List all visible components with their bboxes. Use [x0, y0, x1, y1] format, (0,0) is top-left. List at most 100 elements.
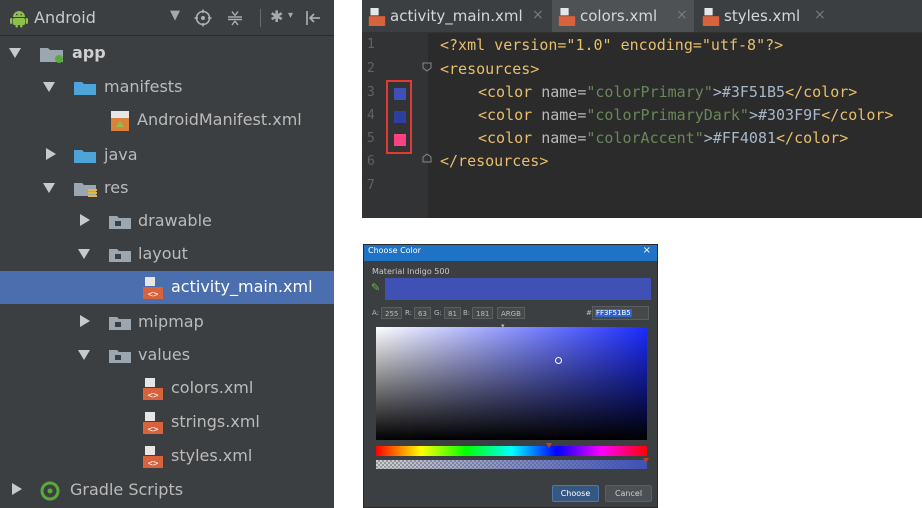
code-line-2: <resources> — [440, 57, 539, 81]
close-icon[interactable]: × — [676, 7, 688, 23]
line-number: 6 — [367, 154, 375, 169]
expand-arrow-icon[interactable] — [78, 350, 90, 360]
hex-input[interactable]: FF3F51B5 — [592, 306, 649, 320]
choose-color-dialog: Choose Color × Material Indigo 500 ✎ A: … — [363, 244, 658, 508]
tree-item-app[interactable]: app — [0, 37, 334, 70]
code-text: >#303F9F — [748, 106, 822, 124]
color-swatch-accent[interactable] — [394, 134, 406, 146]
saturation-brightness-area[interactable] — [376, 327, 647, 440]
color-swatch-primary[interactable] — [394, 88, 406, 100]
res-folder-icon — [109, 350, 131, 363]
xml-file-icon — [368, 8, 386, 26]
target-icon[interactable] — [194, 9, 212, 27]
close-icon[interactable]: × — [532, 7, 544, 23]
tree-item-label: styles.xml — [171, 446, 253, 465]
code-line-4: <color name="colorPrimaryDark">#303F9F</… — [478, 103, 893, 127]
close-icon[interactable]: × — [643, 245, 651, 256]
dialog-titlebar[interactable]: Choose Color × — [364, 245, 657, 261]
expand-arrow-icon[interactable] — [78, 249, 90, 259]
tree-item-label: java — [104, 145, 138, 164]
tree-item-androidmanifest[interactable]: AndroidManifest.xml — [0, 104, 334, 137]
color-cursor[interactable] — [554, 356, 562, 364]
tree-item-manifests[interactable]: manifests — [0, 71, 334, 104]
tree-item-label: strings.xml — [171, 412, 260, 431]
field-label: B: — [463, 309, 471, 317]
code-editor: activity_main.xml × colors.xml × styles.… — [362, 0, 922, 218]
code-text: <color — [478, 83, 542, 101]
tree-item-drawable[interactable]: drawable — [0, 205, 334, 238]
tab-label: colors.xml — [580, 7, 658, 25]
fold-icon[interactable] — [422, 62, 432, 72]
field-label: R: — [405, 309, 413, 317]
res-folder-icon — [109, 249, 131, 262]
expand-arrow-icon[interactable] — [43, 183, 55, 193]
code-text: >#FF4081 — [703, 129, 777, 147]
svg-text:<>: <> — [148, 459, 159, 469]
project-tool-window: Android ▼ ✱ ▾ app manifests AndroidManif… — [0, 0, 334, 508]
tree-item-gradle-scripts[interactable]: Gradle Scripts — [0, 474, 334, 507]
collapse-all-icon[interactable] — [226, 9, 244, 27]
dropdown-arrow-icon[interactable]: ▼ — [170, 8, 180, 23]
tree-item-label: manifests — [104, 77, 183, 96]
collapse-arrow-icon[interactable] — [80, 214, 90, 226]
hex-hash-label: # — [586, 309, 592, 317]
hue-slider[interactable] — [376, 446, 647, 456]
opacity-slider-handle[interactable] — [643, 458, 649, 463]
tree-item-colors[interactable]: <> colors.xml — [0, 372, 334, 405]
hide-panel-icon[interactable] — [304, 9, 322, 27]
green-input[interactable]: 81 — [444, 307, 461, 319]
tree-item-activity-main[interactable]: <> activity_main.xml — [0, 271, 334, 304]
manifest-file-icon — [111, 111, 129, 131]
tree-item-java[interactable]: java — [0, 139, 334, 172]
collapse-arrow-icon[interactable] — [46, 148, 56, 160]
expand-arrow-icon[interactable] — [43, 82, 55, 92]
line-number: 5 — [367, 131, 375, 146]
res-folder-icon — [109, 317, 131, 330]
res-folder-icon — [109, 216, 131, 229]
android-icon — [10, 11, 28, 28]
red-input[interactable]: 63 — [414, 307, 431, 319]
fold-icon[interactable] — [422, 153, 432, 163]
dialog-title: Choose Color — [368, 246, 421, 255]
folder-icon — [74, 150, 96, 163]
tree-item-values[interactable]: values — [0, 339, 334, 372]
opacity-slider[interactable] — [376, 460, 647, 469]
alpha-input[interactable]: 255 — [381, 307, 403, 319]
xml-file-icon: <> — [143, 446, 163, 469]
tree-item-strings[interactable]: <> strings.xml — [0, 406, 334, 439]
hue-slider-handle[interactable] — [546, 443, 553, 448]
tab-styles[interactable]: styles.xml × — [696, 0, 832, 32]
code-text: <resources> — [440, 60, 540, 78]
tree-item-label: res — [104, 178, 129, 197]
tab-colors[interactable]: colors.xml × — [552, 0, 694, 32]
expand-arrow-icon[interactable] — [9, 48, 21, 58]
eyedropper-icon[interactable]: ✎ — [371, 281, 380, 294]
gear-icon[interactable]: ✱ — [270, 7, 283, 26]
tab-activity-main[interactable]: activity_main.xml × — [362, 0, 550, 32]
color-swatch-primary-dark[interactable] — [394, 111, 406, 123]
tree-item-mipmap[interactable]: mipmap — [0, 306, 334, 339]
close-icon[interactable]: × — [814, 7, 826, 23]
line-number: 4 — [367, 108, 375, 123]
hex-value: FF3F51B5 — [595, 309, 632, 317]
project-view-selector[interactable]: Android — [34, 8, 96, 27]
tab-label: styles.xml — [724, 7, 801, 25]
gear-dropdown-icon[interactable]: ▾ — [288, 10, 293, 21]
tree-item-label: layout — [138, 244, 188, 263]
color-name-label: Material Indigo 500 — [372, 267, 450, 276]
tree-item-styles[interactable]: <> styles.xml — [0, 440, 334, 473]
collapse-arrow-icon[interactable] — [12, 483, 22, 495]
code-text: name= — [541, 83, 587, 101]
choose-button[interactable]: Choose — [552, 485, 599, 502]
collapse-arrow-icon[interactable] — [80, 315, 90, 327]
cancel-button[interactable]: Cancel — [605, 485, 652, 502]
tree-item-res[interactable]: res — [0, 172, 334, 205]
tree-item-layout[interactable]: layout — [0, 238, 334, 271]
mode-label: ARGB — [501, 310, 521, 318]
code-text: "colorAccent" — [586, 129, 704, 147]
code-line-1: <?xml version="1.0" encoding="utf-8"?> — [440, 33, 783, 57]
blue-input[interactable]: 181 — [472, 307, 494, 319]
toolbar-separator — [260, 9, 261, 27]
code-text: <?xml version="1.0" encoding="utf-8"?> — [440, 36, 784, 54]
code-text: <color — [478, 129, 542, 147]
